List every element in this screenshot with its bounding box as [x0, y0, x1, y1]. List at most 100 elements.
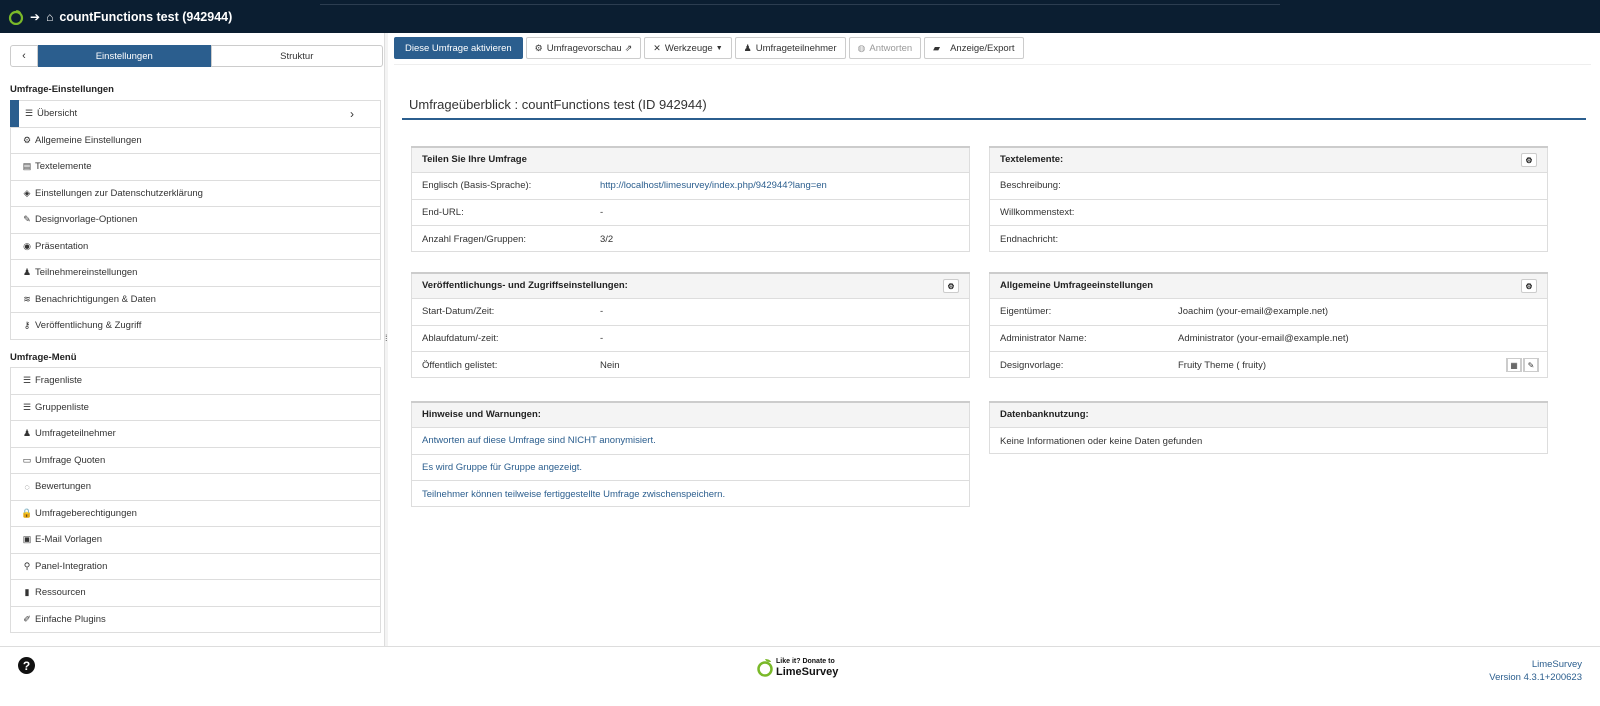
menu-icon: ▮ [24, 587, 30, 598]
sidebar-item-umfrage-quoten[interactable]: ▭ Umfrage Quoten [10, 447, 381, 474]
responses-button[interactable]: ◍ Antworten [848, 37, 922, 59]
warning-link[interactable]: Teilnehmer können teilweise fertiggestel… [422, 489, 725, 500]
edit-text-elements-button[interactable]: ⚙ [1521, 153, 1537, 167]
sidebar-item-bewertungen[interactable]: ◌ Bewertungen [10, 474, 381, 501]
tools-dropdown-button[interactable]: ✕ Werkzeuge ▼ [644, 37, 732, 59]
warning-link[interactable]: Es wird Gruppe für Gruppe angezeigt. [422, 462, 582, 473]
limesurvey-logo-icon[interactable] [8, 9, 24, 25]
survey-title-breadcrumb[interactable]: countFunctions test (942944) [59, 10, 232, 24]
panel-row: Englisch (Basis-Sprache): http://localho… [412, 173, 969, 200]
panel-row: Teilnehmer können teilweise fertiggestel… [412, 481, 969, 508]
activate-survey-button[interactable]: Diese Umfrage aktivieren [394, 37, 523, 59]
gears-icon: ⚙ [1525, 155, 1533, 165]
menu-item-label: Ressourcen [35, 587, 86, 599]
row-key: Administrator Name: [1000, 332, 1087, 344]
theme-editor-button[interactable]: ✎ [1523, 358, 1539, 373]
menu-icon: ♟ [22, 428, 32, 439]
row-value: Keine Informationen oder keine Daten gef… [1000, 435, 1203, 447]
toolbar-divider [394, 64, 1591, 65]
menu-icon: ▤ [22, 161, 32, 172]
page-title-underline [402, 118, 1586, 120]
sidebar-item-benachrichtigungen-daten[interactable]: ≋ Benachrichtigungen & Daten [10, 286, 381, 313]
row-key: Englisch (Basis-Sprache): [422, 180, 532, 192]
brush-icon: ✎ [1524, 358, 1538, 373]
sidebar-item-fragenliste[interactable]: ☰ Fragenliste [10, 368, 381, 395]
panel-row: Ablaufdatum/-zeit: - [412, 326, 969, 352]
chevron-left-icon: ‹ [22, 50, 26, 62]
menu-icon: ☰ [22, 401, 32, 412]
panel-row: Designvorlage: Fruity Theme ( fruity) ▦ … [990, 352, 1547, 379]
page-title: Umfrageüberblick : countFunctions test (… [409, 97, 707, 112]
menu-icon: 🔒 [21, 507, 33, 518]
survey-url-link[interactable]: http://localhost/limesurvey/index.php/94… [600, 180, 827, 191]
activate-survey-label: Diese Umfrage aktivieren [405, 42, 512, 54]
sidebar-item-einfache-plugins[interactable]: ✐ Einfache Plugins [10, 606, 381, 633]
panel-row: Start-Datum/Zeit: - [412, 299, 969, 326]
sidebar-resize-handle[interactable]: ⁞ [384, 33, 388, 660]
display-export-button[interactable]: ▰ Anzeige/Export [924, 37, 1024, 59]
row-value: Administrator (your-email@example.net) [1178, 332, 1349, 344]
row-key: Designvorlage: [1000, 359, 1064, 371]
tools-icon: ✕ [653, 42, 661, 53]
sidebar-item-panel-integration[interactable]: ⚲ Panel-Integration [10, 553, 381, 580]
row-value: 3/2 [600, 233, 614, 245]
help-icon[interactable]: ? [18, 657, 35, 674]
brand-link[interactable]: LimeSurvey [1489, 658, 1582, 671]
menu-icon: ◉ [23, 240, 31, 251]
panel-title: Hinweise und Warnungen: [411, 401, 970, 428]
panel-header: Allgemeine Umfrageeinstellungen ⚙ [989, 272, 1548, 299]
sidebar-tabs: ‹ Einstellungen Struktur [10, 45, 383, 67]
tab-settings[interactable]: Einstellungen [38, 45, 211, 67]
menu-item-label: E-Mail Vorlagen [35, 534, 103, 546]
sidebar-item-umfrageteilnehmer[interactable]: ♟ Umfrageteilnehmer [10, 421, 381, 448]
lime-logo-icon [757, 659, 773, 677]
sidebar-item-allgemeine-einstellungen[interactable]: ⚙ Allgemeine Einstellungen [10, 127, 381, 154]
sidebar-content: ‹ Einstellungen Struktur Umfrage-Einstel… [0, 33, 384, 660]
caret-down-icon: ▼ [715, 44, 723, 52]
sidebar-item-einstellungen-zur-datenschutzerklärung[interactable]: ◈ Einstellungen zur Datenschutzerklärung [10, 180, 381, 207]
panel-row: Es wird Gruppe für Gruppe angezeigt. [412, 455, 969, 481]
sidebar-item-übersicht[interactable]: ☰ Übersicht › [10, 100, 381, 128]
edit-publication-button[interactable]: ⚙ [943, 279, 959, 293]
row-value: Nein [600, 359, 620, 371]
panel-row: Administrator Name: Administrator (your-… [990, 326, 1547, 352]
participants-button[interactable]: ♟ Umfrageteilnehmer [734, 37, 846, 59]
menu-item-label: Übersicht [37, 108, 78, 120]
gear-icon: ⚙ [534, 42, 543, 53]
survey-preview-button[interactable]: ⚙ Umfragevorschau ⇗ [525, 37, 642, 59]
warning-link[interactable]: Antworten auf diese Umfrage sind NICHT a… [422, 435, 656, 446]
top-navbar: ➔ ⌂ countFunctions test (942944) [0, 0, 1600, 33]
row-value: - [600, 206, 604, 218]
survey-preview-label: Umfragevorschau [546, 42, 622, 54]
share-survey-panel: Teilen Sie Ihre Umfrage Englisch (Basis-… [411, 146, 970, 252]
edit-general-settings-button[interactable]: ⚙ [1521, 279, 1537, 293]
sidebar-item-e-mail-vorlagen[interactable]: ▣ E-Mail Vorlagen [10, 527, 381, 554]
collapse-sidebar-button[interactable]: ‹ [10, 45, 38, 67]
sidebar-item-präsentation[interactable]: ◉ Präsentation [10, 233, 381, 260]
comments-icon: ◍ [857, 42, 866, 53]
panel-row: End-URL: - [412, 200, 969, 226]
tab-structure[interactable]: Struktur [210, 45, 383, 67]
panel-header: Veröffentlichungs- und Zugriffseinstellu… [411, 272, 970, 299]
panel-header: Textelemente: ⚙ [989, 146, 1548, 173]
survey-toolbar: Diese Umfrage aktivieren ⚙ Umfragevorsch… [394, 37, 1024, 60]
version-info: LimeSurvey Version 4.3.1+200623 [1489, 658, 1582, 684]
sidebar-item-veröffentlichung-zugriff[interactable]: ⚷ Veröffentlichung & Zugriff [10, 313, 381, 340]
sidebar-item-umfrageberechtigungen[interactable]: 🔒 Umfrageberechtigungen [10, 500, 381, 527]
warnings-panel: Hinweise und Warnungen: Antworten auf di… [411, 401, 970, 507]
menu-item-label: Fragenliste [35, 375, 82, 387]
theme-options-button[interactable]: ▦ [1506, 358, 1522, 373]
sidebar-item-teilnehmereinstellungen[interactable]: ♟ Teilnehmereinstellungen [10, 260, 381, 287]
sidebar-item-ressourcen[interactable]: ▮ Ressourcen [10, 580, 381, 607]
row-value: Fruity Theme ( fruity) [1178, 359, 1266, 371]
row-key: Öffentlich gelistet: [422, 359, 498, 371]
menu-item-label: Präsentation [35, 240, 89, 252]
donate-link[interactable]: Like it? Donate to LimeSurvey [756, 657, 838, 678]
home-icon[interactable]: ⌂ [46, 10, 53, 24]
panel-row: Willkommenstext: [990, 200, 1547, 226]
sidebar-item-designvorlage-optionen[interactable]: ✎ Designvorlage-Optionen [10, 207, 381, 234]
sidebar-item-textelemente[interactable]: ▤ Textelemente [10, 154, 381, 181]
menu-item-label: Veröffentlichung & Zugriff [35, 320, 142, 332]
sidebar-item-gruppenliste[interactable]: ☰ Gruppenliste [10, 394, 381, 421]
menu-item-label: Umfrage Quoten [35, 454, 106, 466]
